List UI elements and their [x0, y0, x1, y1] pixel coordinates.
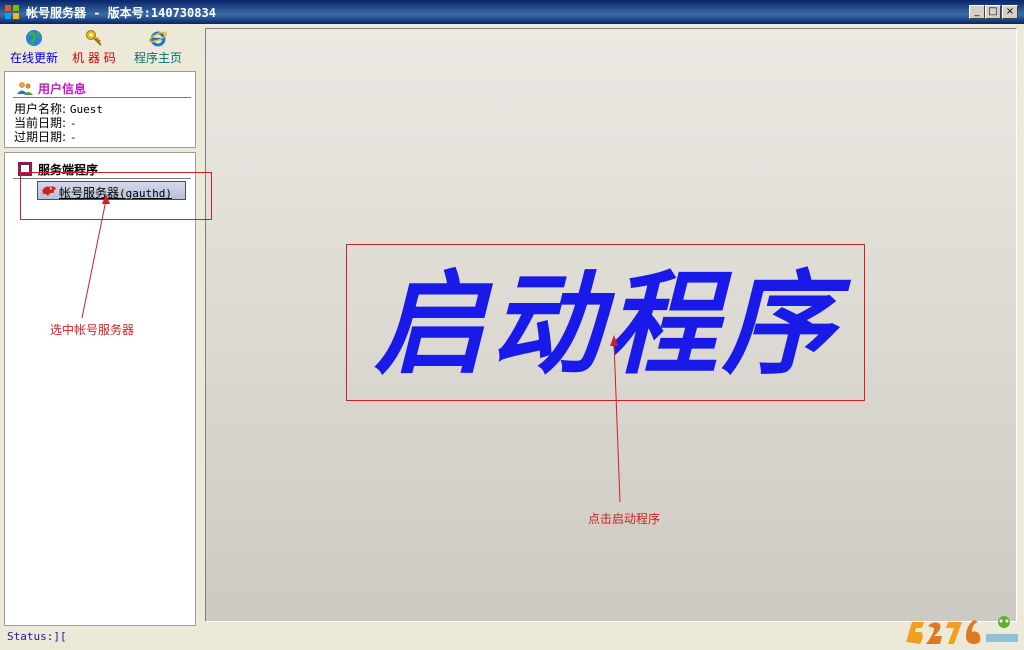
window-title: 帐号服务器 - 版本号:140730834 [26, 6, 216, 20]
expiry-date-label: 过期日期: [14, 130, 67, 144]
close-button[interactable]: × [1002, 5, 1018, 19]
ie-home-icon [149, 31, 167, 47]
start-annotation-box [346, 244, 865, 401]
online-update-button[interactable]: 在线更新 [4, 29, 64, 66]
user-info-panel: 用户信息 用户名称: Guest 当前日期: - 过期日期: - [4, 71, 196, 148]
maximize-button[interactable]: □ [985, 5, 1001, 19]
machine-code-button[interactable]: 机 器 码 [64, 29, 124, 66]
status-text: Status:][ [7, 630, 67, 643]
online-update-label: 在线更新 [9, 51, 58, 65]
title-bar[interactable]: 帐号服务器 - 版本号:140730834 _ □ × [0, 0, 1024, 24]
app-window-icon [5, 5, 19, 19]
users-icon [17, 82, 33, 95]
select-annotation-box [20, 172, 212, 220]
globe-update-icon [26, 30, 42, 46]
expiry-date-value: - [69, 131, 77, 144]
user-info-title: 用户信息 [38, 82, 87, 96]
select-annotation-note: 选中帐号服务器 [50, 323, 135, 337]
machine-code-label: 机 器 码 [72, 51, 116, 65]
server-programs-panel: 服务端程序 帐号服务器(gauthd) [4, 152, 196, 626]
expiry-date-row: 过期日期: - [14, 128, 77, 145]
program-home-button[interactable]: 程序主页 [128, 29, 188, 66]
start-annotation-note: 点击启动程序 [588, 512, 661, 526]
toolbar: 在线更新 机 器 码 程序主页 [0, 24, 200, 68]
key-icon [86, 30, 102, 46]
minimize-button[interactable]: _ [969, 5, 985, 19]
user-info-header: 用户信息 [13, 78, 191, 98]
site-watermark-logo [906, 616, 1018, 644]
program-home-label: 程序主页 [133, 51, 182, 65]
